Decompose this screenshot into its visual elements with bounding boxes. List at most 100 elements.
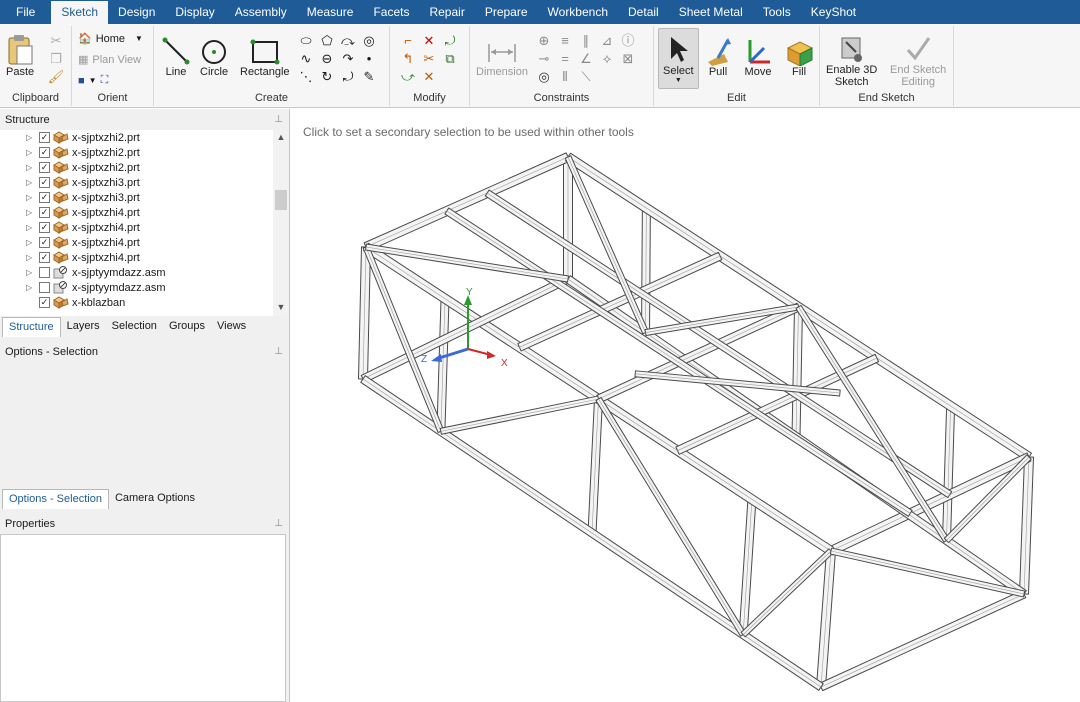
cut-icon[interactable]: ✂ [48,32,64,48]
point-icon[interactable]: • [361,50,377,66]
tab-views[interactable]: Views [211,317,252,337]
visibility-checkbox[interactable] [39,282,50,293]
info-constraint-icon[interactable]: ⓘ [620,32,636,48]
arc-icon[interactable]: ⤼ [340,32,356,48]
collinear-constraint-icon[interactable]: ⟍ [578,68,594,84]
menu-tab-facets[interactable]: Facets [363,0,419,24]
tree-item[interactable]: ▷ ✓ x-sjptxzhi4.prt [0,220,286,235]
select-button[interactable]: Select ▼ [658,28,699,89]
tree-item[interactable]: ▷ ✓ x-sjptxzhi2.prt [0,145,286,160]
polygon-icon[interactable]: ⬠ [319,32,335,48]
tree-item[interactable]: ▷ ✓ x-sjptxzhi2.prt [0,160,286,175]
truss-frame-model[interactable]: Y Z X [291,109,1080,702]
concentric-constraint-icon[interactable]: ◎ [536,68,552,84]
menu-tab-tools[interactable]: Tools [753,0,801,24]
menu-tab-design[interactable]: Design [108,0,165,24]
menu-tab-file[interactable]: File [0,0,51,24]
menu-tab-detail[interactable]: Detail [618,0,669,24]
format-painter-icon[interactable]: 🖌 [48,68,65,84]
circle-button[interactable]: Circle [200,32,228,78]
tree-item[interactable]: ▷ ✓ x-sjptxzhi3.prt [0,175,286,190]
tree-item[interactable]: ▷ ✓ x-sjptxzhi2.prt [0,130,286,145]
tab-structure[interactable]: Structure [2,317,61,337]
tab-options-selection[interactable]: Options - Selection [2,489,109,509]
perpendicular-constraint-icon[interactable]: ⊿ [599,32,615,48]
coincident-constraint-icon[interactable]: ≡ [557,32,573,48]
three-point-arc-icon[interactable]: ⤾ [340,68,356,84]
scale-icon[interactable]: ✕ [421,68,437,84]
create-rounded-corner-icon[interactable]: ↰ [400,50,416,66]
spline-icon[interactable]: ∿ [298,50,314,66]
scroll-thumb[interactable] [275,190,287,210]
tab-groups[interactable]: Groups [163,317,211,337]
visibility-checkbox[interactable]: ✓ [39,177,50,188]
expand-icon[interactable]: ▷ [26,133,36,142]
symmetric-constraint-icon[interactable]: ⫴ [557,68,573,84]
pull-button[interactable]: Pull [704,32,732,78]
expand-icon[interactable]: ▷ [26,193,36,202]
expand-icon[interactable]: ▷ [26,178,36,187]
delete-constraint-icon[interactable]: ⊠ [620,50,636,66]
expand-icon[interactable]: ▷ [26,283,36,292]
menu-tab-sketch[interactable]: Sketch [51,1,109,25]
scroll-down-icon[interactable]: ▼ [273,302,289,316]
construction-line-icon[interactable]: ⋱ [298,68,314,84]
tree-item[interactable]: ▷ ✓ x-sjptxzhi3.prt [0,190,286,205]
visibility-checkbox[interactable]: ✓ [39,222,50,233]
tree-item[interactable]: ▷ ✓ x-sjptxzhi4.prt [0,205,286,220]
bend-icon[interactable]: ⤻ [400,68,416,84]
tab-layers[interactable]: Layers [61,317,106,337]
offset-curve-icon[interactable]: ⤾ [442,32,458,48]
visibility-checkbox[interactable]: ✓ [39,207,50,218]
tangent-constraint-icon[interactable]: ⊸ [536,50,552,66]
three-point-circle-icon[interactable]: ◎ [361,32,377,48]
visibility-checkbox[interactable]: ✓ [39,192,50,203]
create-corner-icon[interactable]: ⌐ [400,32,416,48]
split-curve-icon[interactable]: ✂ [421,50,437,66]
rectangle-button[interactable]: Rectangle [240,32,290,78]
angle-constraint-icon[interactable]: ∠ [578,50,594,66]
tree-item[interactable]: ▷ x-sjptyymdazz.asm [0,280,286,295]
dimension-button[interactable]: Dimension [476,32,528,78]
tree-item[interactable]: ✓ x-kblazban [0,295,286,310]
menu-tab-repair[interactable]: Repair [419,0,474,24]
visibility-checkbox[interactable]: ✓ [39,252,50,263]
tab-selection[interactable]: Selection [106,317,163,337]
project-to-sketch-icon[interactable]: ⧉ [442,50,458,66]
copy-icon[interactable]: ❐ [48,50,64,66]
view-cube-button[interactable]: ■ ▼ ⛶ [78,74,108,87]
tab-camera-options[interactable]: Camera Options [109,489,201,509]
enable-3d-sketch-button[interactable]: Enable 3D Sketch [826,30,877,88]
fill-button[interactable]: Fill [784,32,814,78]
visibility-checkbox[interactable]: ✓ [39,162,50,173]
tree-item[interactable]: ▷ ✓ x-sjptxzhi4.prt [0,250,286,265]
expand-icon[interactable]: ▷ [26,163,36,172]
slot-icon[interactable]: ⊖ [319,50,335,66]
equal-constraint-icon[interactable]: = [557,50,573,66]
visibility-checkbox[interactable]: ✓ [39,132,50,143]
end-sketch-editing-button[interactable]: End Sketch Editing [890,30,946,88]
visibility-checkbox[interactable] [39,267,50,278]
expand-icon[interactable]: ▷ [26,208,36,217]
menu-tab-workbench[interactable]: Workbench [538,0,618,24]
scroll-up-icon[interactable]: ▲ [273,132,289,146]
move-button[interactable]: Move [744,32,772,78]
menu-tab-assembly[interactable]: Assembly [225,0,297,24]
midpoint-constraint-icon[interactable]: ⟡ [599,50,615,66]
parallel-constraint-icon[interactable]: ∥ [578,32,594,48]
home-button[interactable]: 🏠 Home ▼ [78,32,143,46]
expand-icon[interactable]: ▷ [26,268,36,277]
visibility-checkbox[interactable]: ✓ [39,297,50,308]
paste-button[interactable]: Paste [6,32,34,78]
visibility-checkbox[interactable]: ✓ [39,147,50,158]
pin-icon[interactable]: ⊥ [274,114,283,126]
menu-tab-sheet-metal[interactable]: Sheet Metal [669,0,753,24]
trim-away-icon[interactable]: ✕ [421,32,437,48]
pin-icon[interactable]: ⊥ [274,346,283,358]
ellipse-icon[interactable]: ⬭ [298,32,314,48]
face-curve-icon[interactable]: ✎ [361,68,377,84]
expand-icon[interactable]: ▷ [26,223,36,232]
line-button[interactable]: Line [162,32,190,78]
tree-scrollbar[interactable]: ▲ ▼ [273,130,289,316]
expand-icon[interactable]: ▷ [26,253,36,262]
